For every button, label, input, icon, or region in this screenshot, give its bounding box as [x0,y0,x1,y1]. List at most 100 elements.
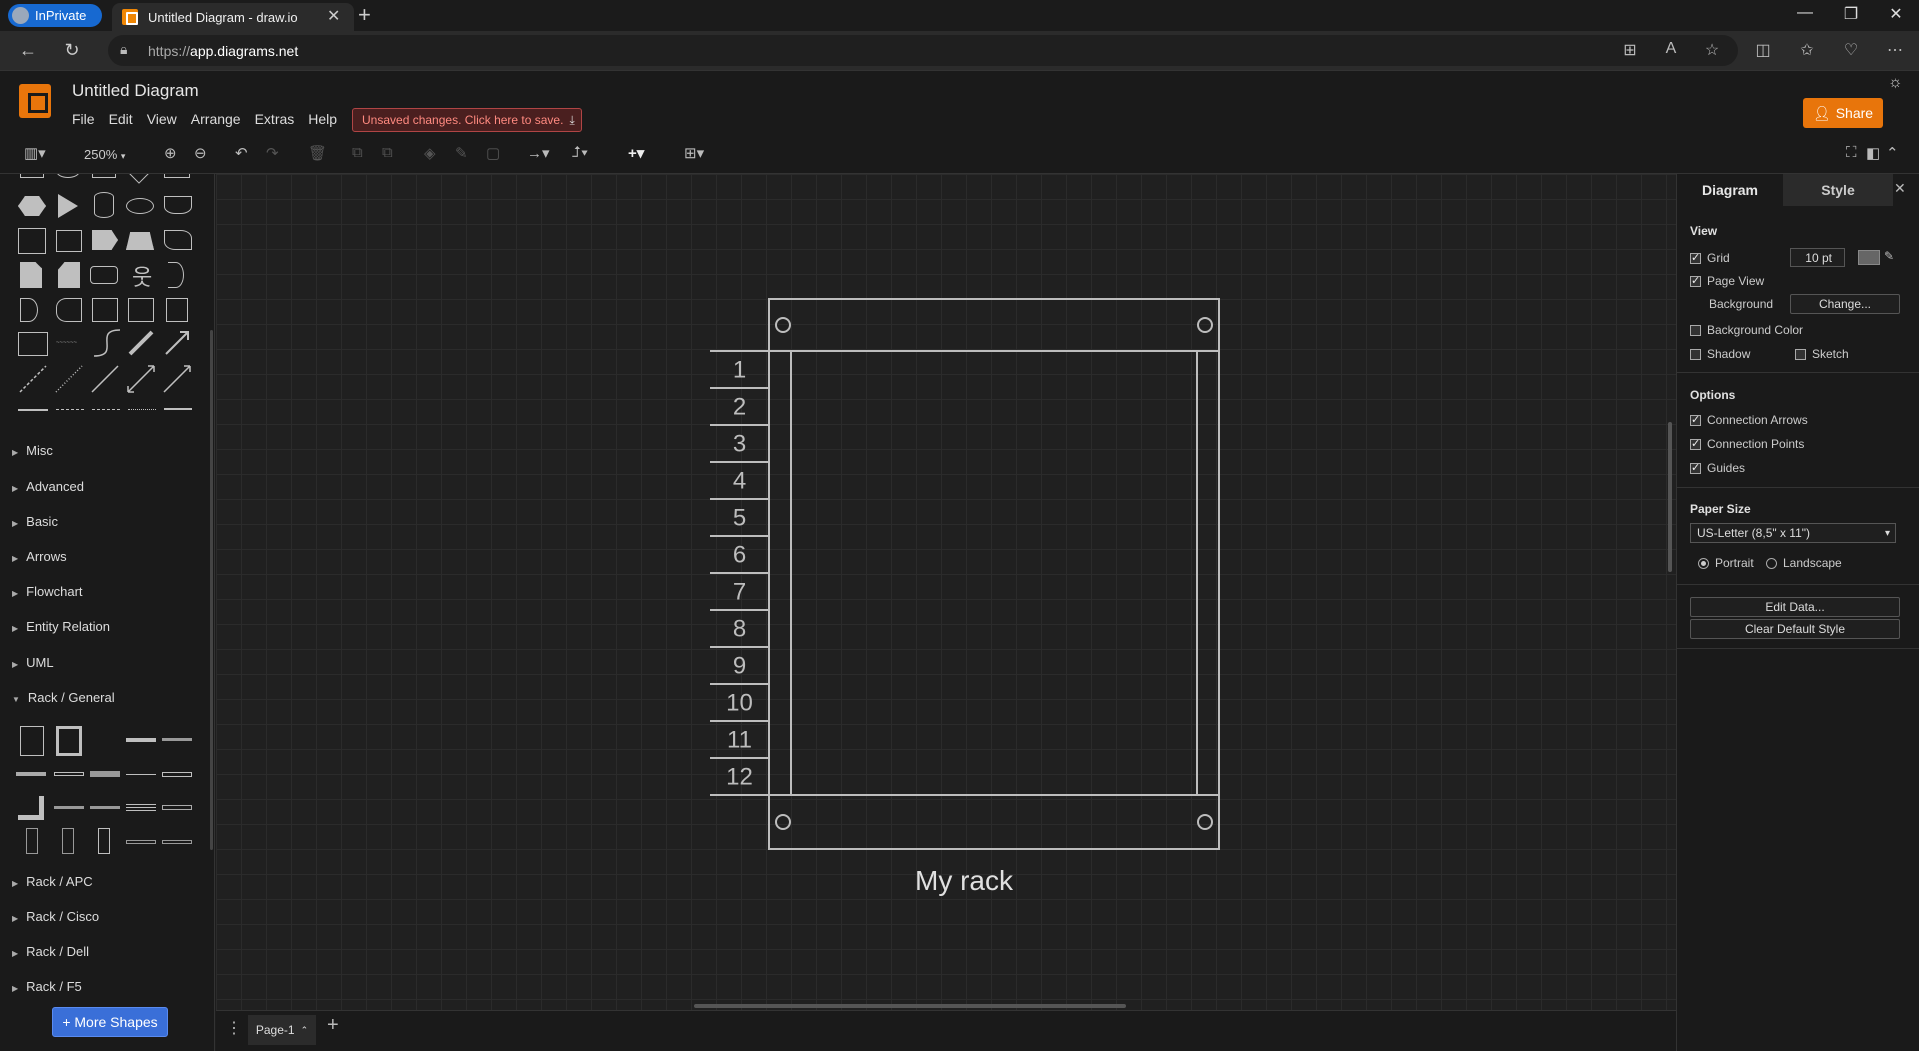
unsaved-changes-button[interactable]: Unsaved changes. Click here to save. ⤓ [352,108,582,132]
shape-triangle[interactable] [58,194,78,218]
rack-blank-shape[interactable] [54,806,84,809]
shape-cube[interactable] [56,230,82,252]
shape-dotted-arrow[interactable] [128,409,156,410]
canvas-horizontal-scrollbar[interactable] [694,1004,1126,1008]
favorite-star-icon[interactable]: ☆ [1699,40,1725,60]
rack-numbered-cabinet-shape[interactable] [56,726,82,756]
guides-checkbox[interactable]: Guides [1690,461,1745,475]
clear-default-style-button[interactable]: Clear Default Style [1690,619,1900,639]
waypoints-icon[interactable]: ⮥▾ [572,144,588,161]
favorites-icon[interactable]: ✩ [1794,40,1820,60]
section-flowchart[interactable]: ▶ Flowchart [12,584,83,599]
shape-bidirectional-connector[interactable] [126,364,156,394]
shape-cloud[interactable] [126,198,154,214]
split-screen-icon[interactable]: ◫ [1750,40,1776,60]
connection-arrows-checkbox[interactable]: Connection Arrows [1690,413,1808,427]
canvas-vertical-scrollbar[interactable] [1668,422,1672,572]
rack-shelf-shape[interactable] [54,772,84,776]
shape-dashed-arrow[interactable] [92,409,120,410]
table-icon[interactable]: ⊞▾ [684,144,704,162]
to-back-icon[interactable]: ⧉ [382,144,393,161]
rack-diagram[interactable]: 123456789101112 My rack [216,174,1676,1010]
shape-internal-storage[interactable] [18,228,46,254]
shape-process[interactable] [164,174,190,178]
shape-arrow[interactable] [162,328,192,358]
inprivate-badge[interactable]: InPrivate [8,4,102,27]
section-misc[interactable]: ▶ Misc [12,443,53,458]
rack-tower-shape[interactable] [26,828,38,854]
shape-hexagon[interactable] [18,196,46,216]
fullscreen-icon[interactable]: ⛶ [1846,144,1857,161]
restore-icon[interactable]: ❐ [1831,4,1871,24]
collapse-icon[interactable]: ⌃ [1886,144,1899,162]
section-rack-dell[interactable]: ▶ Rack / Dell [12,944,89,959]
zoom-in-icon[interactable]: ⊕ [164,144,177,162]
shape-delay[interactable] [20,298,38,322]
rack-server-2-shape[interactable] [162,840,192,844]
shape-list[interactable] [18,332,48,356]
shape-line[interactable] [90,364,120,394]
browser-essentials-icon[interactable]: ♡ [1838,40,1864,60]
rack-vent-shape[interactable] [126,804,156,812]
panel-toggle-icon[interactable]: ▥▾ [24,144,46,162]
shape-dashed-line[interactable] [18,364,48,394]
shape-actor-icon[interactable]: 웃 [132,260,152,292]
menu-edit[interactable]: Edit [109,111,133,127]
shape-curve[interactable] [92,328,122,358]
section-uml[interactable]: ▶ UML [12,655,54,670]
diagram-canvas[interactable]: 1 2 3 4 5 6 7 8 9 10 11 12 My rack [216,174,1676,1010]
section-rack-f5[interactable]: ▶ Rack / F5 [12,979,82,994]
shape-container[interactable] [92,298,118,322]
format-panel-icon[interactable]: ◧ [1866,144,1880,162]
page-tab[interactable]: Page-1 ⌃ [248,1015,316,1045]
shape-directional-connector[interactable] [162,364,192,394]
background-color-checkbox[interactable]: Background Color [1690,323,1803,337]
grid-size-input[interactable]: 10 pt [1790,248,1845,267]
insert-icon[interactable]: +▾ [628,144,644,162]
rack-outer-frame[interactable] [768,298,1220,850]
minimize-icon[interactable]: — [1785,4,1825,22]
menu-view[interactable]: View [147,111,177,127]
fill-color-icon[interactable]: ◈ [424,144,436,162]
shadow-checkbox[interactable]: Shadow [1690,347,1750,361]
shape-trapezoid[interactable] [126,232,154,250]
theme-toggle-icon[interactable]: ☼ [1888,74,1903,92]
rack-patch-panel-shape[interactable] [16,772,46,776]
section-entity-relation[interactable]: ▶ Entity Relation [12,619,110,634]
menu-file[interactable]: File [72,111,95,127]
rack-switch-shape[interactable] [162,805,192,810]
shape-swimlane[interactable] [128,298,154,322]
zoom-select[interactable]: 250% ▾ [84,147,125,162]
landscape-radio[interactable]: Landscape [1766,556,1842,570]
shape-square[interactable] [92,174,116,178]
rack-label[interactable]: My rack [915,865,1014,896]
rack-2u-shape[interactable] [90,771,120,777]
section-advanced[interactable]: ▶ Advanced [12,479,84,494]
to-front-icon[interactable]: ⧉ [352,144,363,161]
shadow-icon[interactable]: ▢ [486,144,500,162]
add-page-icon[interactable]: + [327,1014,339,1037]
shape-dotted-line[interactable] [54,364,84,394]
section-arrows[interactable]: ▶ Arrows [12,549,67,564]
back-icon[interactable]: ← [14,40,42,61]
close-panel-icon[interactable]: ✕ [1894,180,1906,197]
section-rack-cisco[interactable]: ▶ Rack / Cisco [12,909,99,924]
line-color-icon[interactable]: ✎ [455,144,468,162]
rack-tower-3-shape[interactable] [98,828,110,854]
grid-checkbox[interactable]: Grid [1690,251,1730,265]
shape-note[interactable] [20,262,42,288]
section-basic[interactable]: ▶ Basic [12,514,58,529]
paper-size-select[interactable]: US-Letter (8,5" x 11") ▾ [1690,523,1896,543]
zoom-out-icon[interactable]: ⊖ [194,144,207,162]
shape-data-storage[interactable] [56,298,82,322]
section-rack-apc[interactable]: ▶ Rack / APC [12,874,93,889]
diagram-title[interactable]: Untitled Diagram [72,81,199,101]
section-rack-general[interactable]: ▼ Rack / General [12,690,115,705]
menu-help[interactable]: Help [308,111,337,127]
shape-link[interactable] [18,409,48,411]
shape-relation[interactable] [164,408,192,410]
rack-side-shape[interactable] [18,796,44,820]
sketch-checkbox[interactable]: Sketch [1795,347,1849,361]
shape-cylinder[interactable] [94,192,114,218]
url-field[interactable]: 🔒︎ https://app.diagrams.net [108,35,1738,66]
